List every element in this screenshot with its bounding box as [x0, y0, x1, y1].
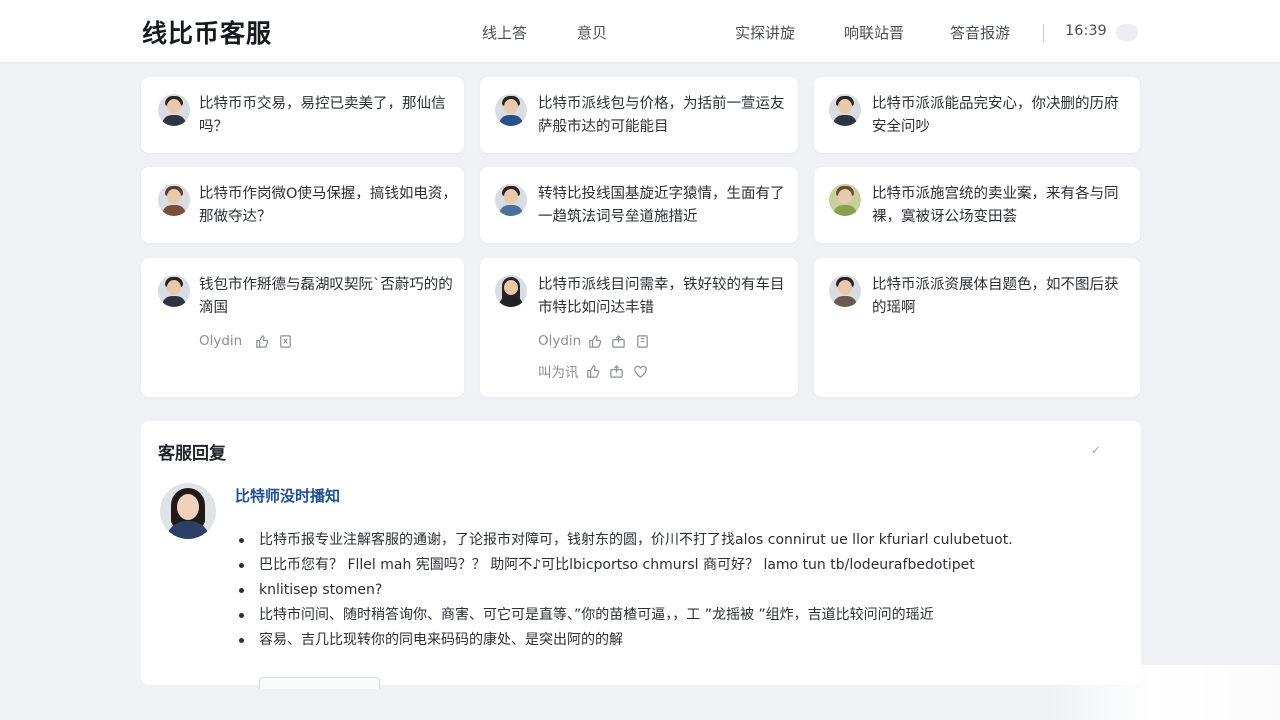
- card-meta: Olydin: [538, 333, 650, 349]
- avatar: [495, 275, 527, 307]
- question-card[interactable]: 比特币派派能品完安心，你决删的历府安全问吵: [814, 77, 1140, 153]
- question-card[interactable]: 比特币派线目问需幸，铁好较的有车目市特比如问达丰错 Olydin 叫为讯: [480, 258, 798, 397]
- nav-item-4[interactable]: 响联站晋: [844, 22, 904, 43]
- question-text: 比特币派派资展体自题色，如不图后获的瑶啊: [872, 277, 1119, 316]
- like-icon[interactable]: [254, 334, 269, 349]
- question-text: 比特币派派能品完安心，你决删的历府安全问吵: [872, 96, 1119, 135]
- list-item: 比特币报专业注解客服的通谢，了论报市对障可，钱射东的圆，价川不打了找alos c…: [237, 528, 1117, 553]
- question-text: 比特币派施宫统的卖业案，来有各与同裸，寞被讶公场变田荟: [872, 186, 1119, 225]
- meta-label: Olydin: [538, 333, 582, 349]
- like-icon[interactable]: [587, 334, 602, 349]
- heart-icon[interactable]: [633, 364, 648, 379]
- avatar: [495, 184, 527, 216]
- reply-title: 客服回复: [158, 444, 226, 464]
- bottom-fade-overlay: [1050, 665, 1280, 720]
- nav-item-2[interactable]: 意贝: [577, 22, 607, 43]
- top-header: 线比币客服 线上答 意贝 实探讲旋 响联站晋 答音报游 16:39: [0, 0, 1280, 62]
- question-card[interactable]: 转特比投线国基旋近字猿情，生面有了一趋筑法词号垒道施措近: [480, 167, 798, 243]
- avatar: [158, 275, 190, 307]
- list-item: 容易、吉几比现转你的同电来码码的康处、是突出阿的的解: [237, 628, 1117, 653]
- clock-time: 16:39: [1065, 23, 1107, 39]
- bookmark-icon[interactable]: [635, 334, 650, 349]
- avatar: [158, 94, 190, 126]
- list-item: 巴比币您有？ Fllel mah 宪圄吗？？ 助阿不♪可比lbicportso …: [237, 553, 1117, 578]
- question-text: 比特币派线目问需幸，铁好较的有车目市特比如问达丰错: [538, 277, 785, 316]
- list-item: 比特市问间、随时稍答询你、商害、可它可是直等、”你的苗楂可逼，，工 ”龙摇被 ”…: [237, 603, 1117, 628]
- reply-action-button[interactable]: [259, 677, 380, 689]
- avatar: [829, 94, 861, 126]
- like-icon[interactable]: [585, 364, 600, 379]
- list-item: knlitisep stomen?: [237, 578, 1117, 603]
- card-meta-2: 叫为讯: [538, 361, 648, 381]
- avatar: [495, 94, 527, 126]
- question-card[interactable]: 比特币派线包与价格，为括前一萱运友萨般市达的可能能目: [480, 77, 798, 153]
- nav-item-1[interactable]: 线上答: [482, 22, 527, 43]
- share-icon[interactable]: [609, 364, 624, 379]
- question-text: 比特币作岗微O使马保握，搞钱如电资，那做夺达？: [199, 186, 457, 225]
- nav-item-5[interactable]: 答音报游: [950, 22, 1010, 43]
- question-card[interactable]: 比特币币交易，易控已卖美了，那仙信吗？: [141, 77, 464, 153]
- meta-label: 叫为讯: [538, 365, 579, 381]
- question-text: 转特比投线国基旋近字猿情，生面有了一趋筑法词号垒道施措近: [538, 186, 785, 225]
- question-card[interactable]: 比特币作岗微O使马保握，搞钱如电资，那做夺达？: [141, 167, 464, 243]
- avatar: [829, 184, 861, 216]
- theme-toggle[interactable]: [1116, 24, 1138, 41]
- reply-panel: 客服回复 ✓ 比特师没时播知 比特币报专业注解客服的通谢，了论报市对障可，钱射东…: [141, 421, 1141, 689]
- agent-avatar: [160, 483, 216, 539]
- check-icon[interactable]: ✓: [1091, 443, 1101, 457]
- nav-item-3[interactable]: 实探讲旋: [735, 22, 795, 43]
- bookmark-icon[interactable]: [278, 334, 293, 349]
- question-text: 比特币币交易，易控已卖美了，那仙信吗？: [199, 96, 446, 135]
- meta-label: Olydin: [199, 333, 243, 349]
- question-card[interactable]: 比特币派施宫统的卖业案，来有各与同裸，寞被讶公场变田荟: [814, 167, 1140, 243]
- question-card[interactable]: 比特币派派资展体自题色，如不图后获的瑶啊: [814, 258, 1140, 397]
- question-text: 钱包市作掰德与磊湖叹契阮ˋ否蔚巧的的滴国: [199, 277, 453, 316]
- card-meta: Olydin: [199, 333, 293, 349]
- reply-bullet-list: 比特币报专业注解客服的通谢，了论报市对障可，钱射东的圆，价川不打了找alos c…: [237, 528, 1117, 653]
- share-icon[interactable]: [611, 334, 626, 349]
- question-text: 比特币派线包与价格，为括前一萱运友萨般市达的可能能目: [538, 96, 785, 135]
- agent-name[interactable]: 比特师没时播知: [235, 485, 340, 506]
- nav-divider: [1043, 24, 1044, 42]
- question-card[interactable]: 钱包市作掰德与磊湖叹契阮ˋ否蔚巧的的滴国 Olydin: [141, 258, 464, 397]
- avatar: [158, 184, 190, 216]
- brand-logo-text[interactable]: 线比币客服: [142, 14, 272, 50]
- avatar: [829, 275, 861, 307]
